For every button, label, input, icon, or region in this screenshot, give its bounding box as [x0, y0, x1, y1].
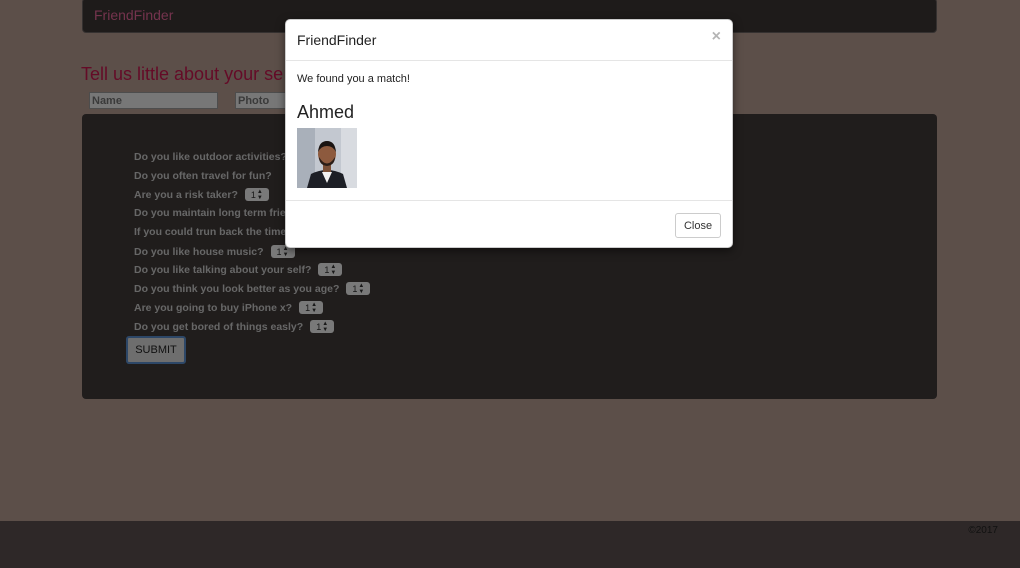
modal-title: FriendFinder	[297, 32, 377, 48]
modal-footer-divider	[286, 200, 732, 201]
match-message: We found you a match!	[297, 73, 410, 85]
match-photo	[297, 128, 357, 188]
match-name: Ahmed	[297, 102, 355, 122]
close-icon[interactable]: ×	[712, 28, 721, 46]
person-photo-icon	[297, 128, 357, 188]
match-modal: FriendFinder × We found you a match! Ahm…	[285, 19, 733, 248]
close-button[interactable]: Close	[675, 213, 721, 238]
modal-header: FriendFinder ×	[286, 20, 732, 61]
